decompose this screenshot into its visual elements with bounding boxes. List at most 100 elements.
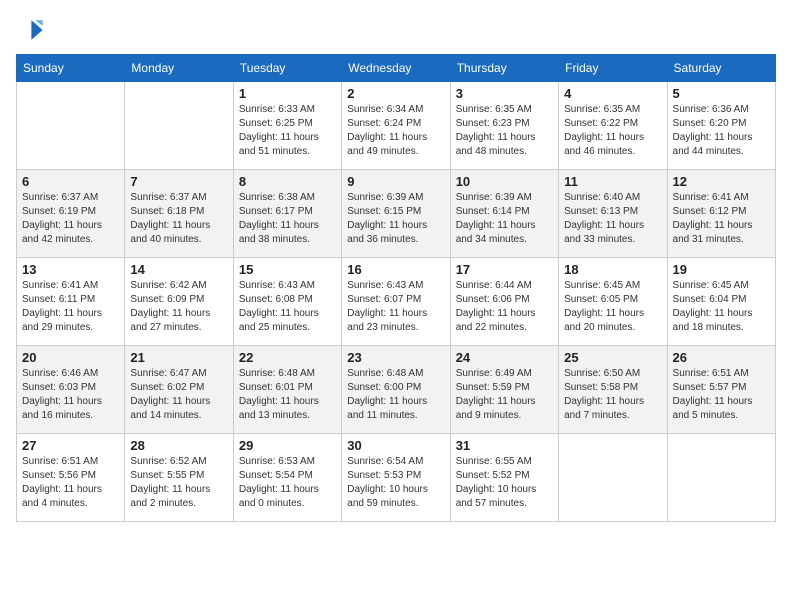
- day-number: 21: [130, 350, 227, 365]
- generalblue-logo-icon: [16, 16, 44, 44]
- day-number: 25: [564, 350, 661, 365]
- day-info: Sunrise: 6:37 AMSunset: 6:19 PMDaylight:…: [22, 191, 119, 247]
- week-row-3: 13Sunrise: 6:41 AMSunset: 6:11 PMDayligh…: [17, 258, 776, 346]
- day-cell: 18 Sunrise: 6:45 AMSunset: 6:05 PMDayligh…: [559, 258, 667, 346]
- day-info: Sunrise: 6:43 AMSunset: 6:07 PMDaylight:…: [347, 279, 444, 335]
- day-cell: 12Sunrise: 6:41 AMSunset: 6:12 PMDayligh…: [667, 170, 775, 258]
- day-number: 28: [130, 438, 227, 453]
- day-number: 23: [347, 350, 444, 365]
- column-header-friday: Friday: [559, 55, 667, 82]
- day-cell: 3Sunrise: 6:35 AMSunset: 6:23 PMDaylight…: [450, 82, 558, 170]
- day-info: Sunrise: 6:45 AMSunset: 6:04 PMDaylight:…: [673, 279, 770, 335]
- day-number: 11: [564, 174, 661, 189]
- calendar-body: 1 Sunrise: 6:33 AMSunset: 6:25 PMDaylight…: [17, 82, 776, 522]
- calendar-table: SundayMondayTuesdayWednesdayThursdayFrid…: [16, 54, 776, 522]
- day-info: Sunrise: 6:55 AMSunset: 5:52 PMDaylight:…: [456, 455, 553, 511]
- page-header: [16, 16, 776, 44]
- day-cell: 29 Sunrise: 6:53 AMSunset: 5:54 PMDayligh…: [233, 434, 341, 522]
- day-info: Sunrise: 6:51 AMSunset: 5:57 PMDaylight:…: [673, 367, 770, 423]
- day-info: Sunrise: 6:42 AMSunset: 6:09 PMDaylight:…: [130, 279, 227, 335]
- day-cell: 23Sunrise: 6:48 AMSunset: 6:00 PMDayligh…: [342, 346, 450, 434]
- day-cell: 16Sunrise: 6:43 AMSunset: 6:07 PMDayligh…: [342, 258, 450, 346]
- day-info: Sunrise: 6:47 AMSunset: 6:02 PMDaylight:…: [130, 367, 227, 423]
- day-cell: 30 Sunrise: 6:54 AMSunset: 5:53 PMDayligh…: [342, 434, 450, 522]
- day-cell: 20 Sunrise: 6:46 AMSunset: 6:03 PMDayligh…: [17, 346, 125, 434]
- day-number: 26: [673, 350, 770, 365]
- day-info: Sunrise: 6:51 AMSunset: 5:56 PMDaylight:…: [22, 455, 119, 511]
- day-info: Sunrise: 6:50 AMSunset: 5:58 PMDaylight:…: [564, 367, 661, 423]
- day-cell: 19 Sunrise: 6:45 AMSunset: 6:04 PMDayligh…: [667, 258, 775, 346]
- week-row-4: 20 Sunrise: 6:46 AMSunset: 6:03 PMDayligh…: [17, 346, 776, 434]
- column-header-monday: Monday: [125, 55, 233, 82]
- day-cell: 8 Sunrise: 6:38 AMSunset: 6:17 PMDaylight…: [233, 170, 341, 258]
- day-info: Sunrise: 6:38 AMSunset: 6:17 PMDaylight:…: [239, 191, 336, 247]
- day-number: 31: [456, 438, 553, 453]
- day-number: 5: [673, 86, 770, 101]
- day-number: 19: [673, 262, 770, 277]
- column-header-wednesday: Wednesday: [342, 55, 450, 82]
- day-number: 15: [239, 262, 336, 277]
- day-info: Sunrise: 6:46 AMSunset: 6:03 PMDaylight:…: [22, 367, 119, 423]
- day-cell: 17 Sunrise: 6:44 AMSunset: 6:06 PMDayligh…: [450, 258, 558, 346]
- day-cell: 26 Sunrise: 6:51 AMSunset: 5:57 PMDayligh…: [667, 346, 775, 434]
- day-info: Sunrise: 6:45 AMSunset: 6:05 PMDaylight:…: [564, 279, 661, 335]
- day-number: 8: [239, 174, 336, 189]
- day-cell: 6Sunrise: 6:37 AMSunset: 6:19 PMDaylight…: [17, 170, 125, 258]
- day-info: Sunrise: 6:44 AMSunset: 6:06 PMDaylight:…: [456, 279, 553, 335]
- day-info: Sunrise: 6:34 AMSunset: 6:24 PMDaylight:…: [347, 103, 444, 159]
- day-number: 10: [456, 174, 553, 189]
- day-number: 30: [347, 438, 444, 453]
- column-header-saturday: Saturday: [667, 55, 775, 82]
- day-number: 17: [456, 262, 553, 277]
- day-cell: [559, 434, 667, 522]
- day-info: Sunrise: 6:35 AMSunset: 6:23 PMDaylight:…: [456, 103, 553, 159]
- day-cell: [667, 434, 775, 522]
- week-row-2: 6Sunrise: 6:37 AMSunset: 6:19 PMDaylight…: [17, 170, 776, 258]
- day-cell: 28 Sunrise: 6:52 AMSunset: 5:55 PMDayligh…: [125, 434, 233, 522]
- day-cell: 14 Sunrise: 6:42 AMSunset: 6:09 PMDayligh…: [125, 258, 233, 346]
- day-cell: [17, 82, 125, 170]
- day-cell: 21 Sunrise: 6:47 AMSunset: 6:02 PMDayligh…: [125, 346, 233, 434]
- day-info: Sunrise: 6:43 AMSunset: 6:08 PMDaylight:…: [239, 279, 336, 335]
- day-cell: 1 Sunrise: 6:33 AMSunset: 6:25 PMDaylight…: [233, 82, 341, 170]
- day-cell: 10 Sunrise: 6:39 AMSunset: 6:14 PMDayligh…: [450, 170, 558, 258]
- day-number: 4: [564, 86, 661, 101]
- day-info: Sunrise: 6:37 AMSunset: 6:18 PMDaylight:…: [130, 191, 227, 247]
- day-cell: 25 Sunrise: 6:50 AMSunset: 5:58 PMDayligh…: [559, 346, 667, 434]
- week-row-1: 1 Sunrise: 6:33 AMSunset: 6:25 PMDaylight…: [17, 82, 776, 170]
- day-cell: 31 Sunrise: 6:55 AMSunset: 5:52 PMDayligh…: [450, 434, 558, 522]
- day-cell: 4Sunrise: 6:35 AMSunset: 6:22 PMDaylight…: [559, 82, 667, 170]
- logo: [16, 16, 48, 44]
- day-cell: 13Sunrise: 6:41 AMSunset: 6:11 PMDayligh…: [17, 258, 125, 346]
- day-number: 13: [22, 262, 119, 277]
- calendar-header-row: SundayMondayTuesdayWednesdayThursdayFrid…: [17, 55, 776, 82]
- day-number: 1: [239, 86, 336, 101]
- day-info: Sunrise: 6:48 AMSunset: 6:01 PMDaylight:…: [239, 367, 336, 423]
- day-number: 18: [564, 262, 661, 277]
- day-number: 27: [22, 438, 119, 453]
- day-number: 22: [239, 350, 336, 365]
- week-row-5: 27 Sunrise: 6:51 AMSunset: 5:56 PMDayligh…: [17, 434, 776, 522]
- day-info: Sunrise: 6:39 AMSunset: 6:14 PMDaylight:…: [456, 191, 553, 247]
- day-cell: [125, 82, 233, 170]
- day-info: Sunrise: 6:39 AMSunset: 6:15 PMDaylight:…: [347, 191, 444, 247]
- day-cell: 2Sunrise: 6:34 AMSunset: 6:24 PMDaylight…: [342, 82, 450, 170]
- day-number: 14: [130, 262, 227, 277]
- day-info: Sunrise: 6:54 AMSunset: 5:53 PMDaylight:…: [347, 455, 444, 511]
- day-cell: 27 Sunrise: 6:51 AMSunset: 5:56 PMDayligh…: [17, 434, 125, 522]
- day-number: 24: [456, 350, 553, 365]
- day-info: Sunrise: 6:40 AMSunset: 6:13 PMDaylight:…: [564, 191, 661, 247]
- day-info: Sunrise: 6:53 AMSunset: 5:54 PMDaylight:…: [239, 455, 336, 511]
- day-number: 9: [347, 174, 444, 189]
- day-cell: 7 Sunrise: 6:37 AMSunset: 6:18 PMDaylight…: [125, 170, 233, 258]
- day-number: 20: [22, 350, 119, 365]
- column-header-thursday: Thursday: [450, 55, 558, 82]
- day-info: Sunrise: 6:33 AMSunset: 6:25 PMDaylight:…: [239, 103, 336, 159]
- day-info: Sunrise: 6:52 AMSunset: 5:55 PMDaylight:…: [130, 455, 227, 511]
- day-number: 29: [239, 438, 336, 453]
- day-cell: 15 Sunrise: 6:43 AMSunset: 6:08 PMDayligh…: [233, 258, 341, 346]
- day-number: 7: [130, 174, 227, 189]
- day-info: Sunrise: 6:41 AMSunset: 6:12 PMDaylight:…: [673, 191, 770, 247]
- day-cell: 5Sunrise: 6:36 AMSunset: 6:20 PMDaylight…: [667, 82, 775, 170]
- column-header-sunday: Sunday: [17, 55, 125, 82]
